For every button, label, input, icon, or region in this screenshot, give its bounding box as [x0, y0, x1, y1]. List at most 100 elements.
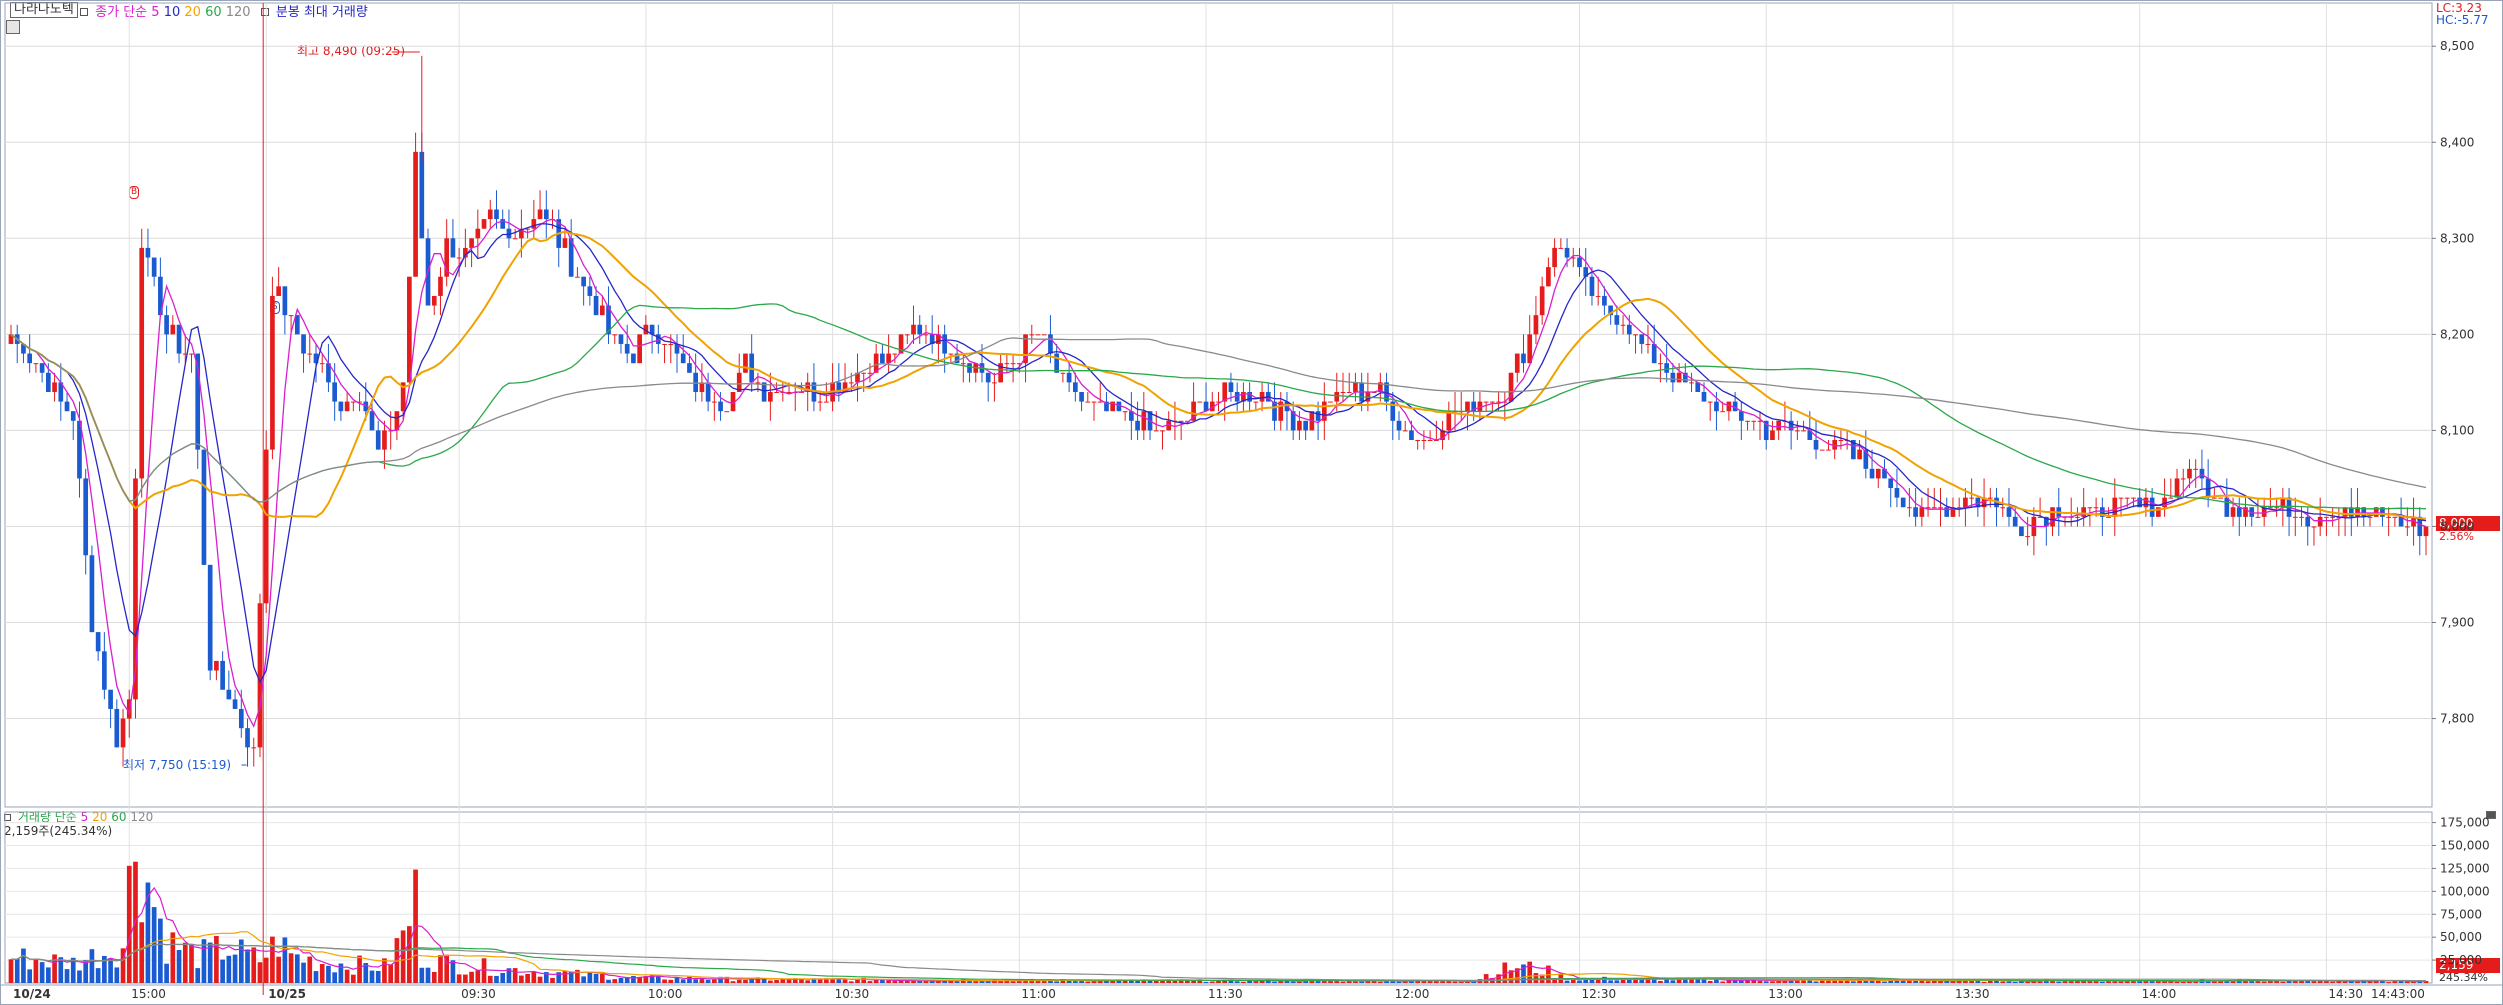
candle-body: [1402, 430, 1408, 432]
volume-bar: [1564, 980, 1570, 983]
volume-bar: [133, 861, 138, 983]
volume-bar: [1838, 980, 1844, 983]
candle-body: [2299, 516, 2304, 518]
candle-body: [711, 401, 717, 403]
candle-body: [238, 708, 244, 729]
candle-body: [1041, 334, 1047, 336]
volume-bar: [2062, 981, 2068, 983]
candle-body: [46, 372, 51, 392]
volume-bar: [1658, 980, 1663, 983]
volume-bar: [2280, 981, 2286, 983]
candle-body: [1689, 382, 1694, 384]
volume-bar: [463, 974, 468, 983]
volume-bar: [730, 981, 736, 983]
volume-bar: [469, 971, 474, 983]
candle-body: [1751, 420, 1757, 422]
candle-body: [562, 238, 568, 248]
price-tick-label: 7,900: [2440, 616, 2474, 630]
volume-bar: [481, 958, 487, 983]
candle-body: [768, 391, 773, 402]
candle-body: [2230, 507, 2236, 517]
candle-body: [861, 372, 867, 374]
volume-bar: [1770, 981, 1775, 983]
candle-body: [2118, 497, 2124, 499]
volume-bar: [512, 968, 518, 983]
time-tick-label: 10:00: [648, 987, 683, 1001]
volume-bar: [1608, 980, 1613, 983]
volume-bar: [263, 957, 269, 983]
candle-body: [1577, 257, 1582, 268]
volume-bar: [39, 962, 45, 983]
volume-bar: [108, 958, 113, 983]
candle-body: [89, 555, 95, 633]
volume-bar: [693, 979, 699, 983]
volume-bar: [1452, 981, 1458, 983]
volume-bar: [2118, 981, 2124, 983]
candle-body: [1676, 372, 1682, 383]
candle-body: [948, 353, 954, 355]
candle-body: [201, 449, 207, 565]
candle-body: [668, 343, 674, 345]
candle-body: [220, 660, 225, 690]
volume-bar: [1670, 980, 1676, 983]
volume-bar: [1863, 981, 1869, 983]
candle-body: [755, 382, 761, 384]
volume-bar: [1458, 981, 1464, 983]
candle-body: [2292, 516, 2298, 518]
candle-body: [456, 257, 462, 259]
volume-bar: [1446, 981, 1452, 983]
candle-body: [1079, 391, 1084, 402]
volume-bar: [475, 970, 481, 983]
volume-bar: [1272, 981, 1277, 983]
candle-body: [2012, 516, 2018, 527]
candle-body: [1066, 372, 1072, 383]
candle-body: [1857, 449, 1862, 460]
volume-bar: [350, 974, 356, 983]
candle-body: [1272, 401, 1277, 421]
candle-body: [1645, 343, 1651, 345]
candle-body: [176, 324, 182, 354]
volume-bar: [1085, 981, 1091, 983]
candle-body: [1720, 411, 1726, 413]
volume-bar: [313, 971, 319, 983]
time-tick-label: 12:30: [1582, 987, 1617, 1001]
price-tick-label: 8,100: [2440, 423, 2474, 437]
volume-bar: [2068, 981, 2074, 983]
volume-tick-label: 25,000: [2440, 953, 2482, 967]
candle-body: [1826, 449, 1831, 451]
candle-body: [1595, 295, 1601, 297]
candle-body: [1813, 440, 1819, 450]
candle-body: [251, 747, 257, 749]
volume-bar: [668, 979, 674, 983]
volume-bar: [487, 975, 493, 983]
volume-bar: [2174, 981, 2180, 983]
candle-body: [2106, 516, 2111, 518]
candle-body: [2386, 516, 2391, 518]
volume-bar: [126, 865, 132, 983]
candle-body: [1073, 382, 1078, 392]
candle-body: [2112, 497, 2118, 517]
candle-body: [2019, 526, 2024, 537]
volume-bar: [326, 965, 331, 983]
candle-body: [2199, 468, 2205, 479]
volume-bar: [1353, 981, 1358, 983]
candle-body: [1658, 363, 1663, 365]
candle-body: [2367, 516, 2373, 518]
candle-body: [2093, 507, 2099, 509]
candle-body: [587, 286, 593, 296]
candle-body: [1353, 382, 1358, 392]
candle-body: [1770, 430, 1775, 441]
volume-bar: [214, 935, 219, 983]
candle-body: [319, 363, 325, 365]
candle-body: [2255, 516, 2261, 518]
candle-body: [724, 411, 730, 413]
volume-bar: [245, 949, 250, 983]
candle-body: [1801, 430, 1806, 432]
volume-bar: [251, 947, 257, 983]
candle-body: [1701, 391, 1707, 402]
volume-bar: [1054, 981, 1060, 983]
candle-body: [2404, 526, 2410, 528]
volume-bar: [768, 980, 773, 983]
volume-tick-label: 150,000: [2440, 839, 2490, 853]
candle-body: [145, 247, 151, 258]
